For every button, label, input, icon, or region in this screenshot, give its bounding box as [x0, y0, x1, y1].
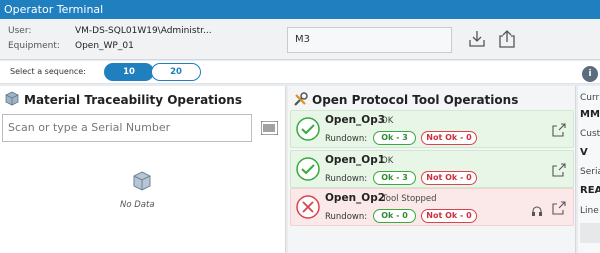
tools-icon	[292, 91, 309, 112]
open-external-icon[interactable]	[552, 162, 566, 181]
detail-value: REA	[580, 185, 600, 196]
detail-input[interactable]	[580, 223, 600, 243]
tools-title: Open Protocol Tool Operations	[312, 93, 519, 107]
detail-value: V	[580, 147, 588, 158]
info-icon[interactable]: i	[582, 66, 598, 82]
share-icon[interactable]	[497, 29, 517, 49]
detail-label: Cust	[580, 129, 600, 139]
cube-stack-icon	[4, 91, 20, 111]
tool-operations-panel: Open Protocol Tool Operations Open_Op3 O…	[288, 86, 576, 253]
barcode-icon[interactable]	[260, 120, 279, 139]
user-label: User:	[8, 26, 32, 36]
operation-name: Open_Op1	[325, 154, 386, 166]
user-value: VM-DS-SQL01W19\Administr...	[75, 26, 212, 36]
rundown-label: Rundown:	[325, 212, 368, 222]
station-field[interactable]: M3	[287, 27, 452, 53]
detail-label: Seria	[580, 167, 600, 177]
details-panel: Curr MM Cust V Seria REA Line	[578, 86, 600, 253]
detail-label: Line	[580, 206, 599, 216]
ok-count-badge: Ok - 0	[373, 209, 416, 223]
open-external-icon[interactable]	[552, 122, 566, 141]
operation-name: Open_Op3	[325, 114, 386, 126]
window-title: Operator Terminal	[0, 0, 600, 19]
rundown-label: Rundown:	[325, 174, 368, 184]
detail-value: MM	[580, 109, 600, 120]
sequence-option-20[interactable]: 20	[151, 63, 201, 81]
not-ok-count-badge: Not Ok - 0	[421, 131, 477, 145]
ok-check-icon	[296, 157, 320, 185]
headset-icon[interactable]	[531, 202, 543, 221]
sequence-option-10[interactable]: 10	[104, 63, 154, 81]
sequence-bar: Select a sequence: 10 20	[0, 61, 600, 84]
operation-state: OK	[381, 116, 394, 126]
no-data-icon	[130, 170, 154, 198]
not-ok-count-badge: Not Ok - 0	[421, 209, 477, 223]
operation-state: OK	[381, 156, 394, 166]
error-x-icon	[296, 195, 320, 223]
operation-card[interactable]: Open_Op2 Tool Stopped Rundown: Ok - 0 No…	[290, 188, 574, 226]
equipment-label: Equipment:	[8, 41, 60, 51]
sequence-label: Select a sequence:	[10, 67, 86, 76]
equipment-value: Open_WP_01	[75, 41, 134, 51]
operation-name: Open_Op2	[325, 192, 386, 204]
ok-check-icon	[296, 117, 320, 145]
download-icon[interactable]	[467, 29, 487, 49]
operation-card[interactable]: Open_Op3 OK Rundown: Ok - 3 Not Ok - 0	[290, 110, 574, 148]
not-ok-count-badge: Not Ok - 0	[421, 171, 477, 185]
operation-state: Tool Stopped	[382, 194, 437, 204]
serial-search-input[interactable]: Scan or type a Serial Number	[2, 114, 252, 142]
ok-count-badge: Ok - 3	[373, 171, 416, 185]
info-bar: User: VM-DS-SQL01W19\Administr... Equipm…	[0, 19, 600, 60]
material-title: Material Traceability Operations	[24, 93, 242, 107]
rundown-label: Rundown:	[325, 134, 368, 144]
detail-label: Curr	[580, 93, 600, 103]
ok-count-badge: Ok - 3	[373, 131, 416, 145]
no-data-text: No Data	[120, 200, 155, 210]
open-external-icon[interactable]	[552, 200, 566, 219]
operation-card[interactable]: Open_Op1 OK Rundown: Ok - 3 Not Ok - 0	[290, 150, 574, 188]
